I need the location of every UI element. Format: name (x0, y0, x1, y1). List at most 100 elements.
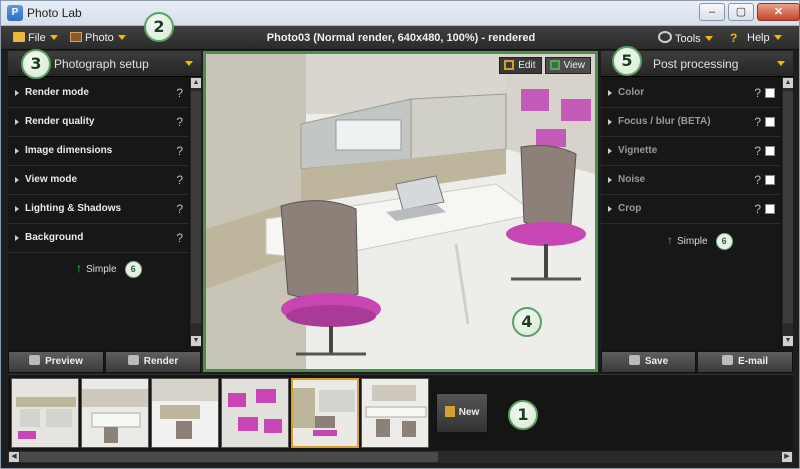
new-photo-button[interactable]: New (436, 393, 488, 433)
section-view-mode[interactable]: View mode? (8, 166, 189, 195)
scroll-thumb[interactable] (783, 91, 793, 323)
callout-2: 2 (144, 12, 174, 42)
section-focus-blur[interactable]: Focus / blur (BETA)? (601, 108, 781, 137)
photo-thumbnail[interactable] (221, 378, 289, 448)
preview-label: Preview (45, 356, 83, 367)
expand-arrow-icon (15, 90, 19, 96)
section-crop[interactable]: Crop? (601, 195, 781, 224)
enable-checkbox[interactable] (765, 175, 775, 185)
photo-thumbnail[interactable] (11, 378, 79, 448)
view-mode-icon (549, 60, 560, 70)
help-question-icon[interactable]: ? (176, 231, 183, 245)
help-question-icon[interactable]: ? (176, 202, 183, 216)
simple-mode-toggle[interactable]: ↑ Simple 6 (667, 233, 733, 250)
setup-buttons: Preview Render (8, 351, 201, 373)
chevron-down-icon (49, 35, 58, 40)
app-window: P Photo Lab – ▢ ✕ File Photo Photo03 (No… (0, 0, 800, 469)
help-question-icon[interactable]: ? (754, 202, 761, 216)
scroll-thumb[interactable] (191, 91, 201, 323)
expand-arrow-icon (608, 206, 612, 212)
section-label: Focus / blur (BETA) (618, 116, 711, 127)
section-lighting-shadows[interactable]: Lighting & Shadows? (8, 195, 189, 224)
help-question-icon[interactable]: ? (754, 115, 761, 129)
menu-bar: File Photo Photo03 (Normal render, 640x4… (1, 26, 799, 50)
enable-checkbox[interactable] (765, 146, 775, 156)
chevron-down-icon (185, 61, 193, 66)
post-sections: Color? Focus / blur (BETA)? Vignette? No… (601, 79, 781, 224)
panel-title: Post processing (653, 57, 739, 71)
email-label: E-mail (737, 356, 768, 367)
expand-arrow-icon (15, 148, 19, 154)
preview-button[interactable]: Preview (8, 351, 104, 373)
enable-checkbox[interactable] (765, 117, 775, 127)
annotation-badge: 6 (715, 233, 733, 250)
help-question-icon[interactable]: ? (176, 144, 183, 158)
section-label: Crop (618, 203, 642, 214)
section-render-mode[interactable]: Render mode? (8, 79, 189, 108)
help-question-icon[interactable]: ? (176, 86, 183, 100)
scroll-up-arrow[interactable]: ▲ (191, 78, 201, 88)
expand-arrow-icon (15, 235, 19, 241)
edit-tab[interactable]: Edit (499, 57, 542, 74)
simple-label: Simple (86, 264, 117, 275)
render-button[interactable]: Render (105, 351, 201, 373)
section-label: Render quality (25, 116, 95, 127)
post-processing-panel: Post processing Color? Focus / blur (BET… (601, 51, 793, 373)
section-color[interactable]: Color? (601, 79, 781, 108)
film-icon (70, 32, 82, 42)
view-tab[interactable]: View (544, 57, 591, 74)
section-vignette[interactable]: Vignette? (601, 137, 781, 166)
photo-thumbnail[interactable] (151, 378, 219, 448)
panel-title: Photograph setup (54, 57, 149, 71)
photo-filmstrip: New (8, 374, 793, 450)
scroll-left-arrow[interactable]: ◀ (9, 452, 19, 462)
file-menu[interactable]: File (13, 31, 58, 47)
section-background[interactable]: Background? (8, 224, 189, 253)
help-menu[interactable]: ? Help (730, 31, 782, 47)
photo-menu[interactable]: Photo (70, 31, 126, 47)
simple-label: Simple (677, 236, 708, 247)
thumbnail-image (82, 379, 148, 447)
filmstrip-scrollbar[interactable]: ◀ ▶ (8, 451, 793, 463)
save-button[interactable]: Save (601, 351, 696, 373)
help-question-icon[interactable]: ? (176, 115, 183, 129)
scroll-down-arrow[interactable]: ▼ (783, 336, 793, 346)
maximize-button[interactable]: ▢ (728, 3, 754, 21)
section-label: Image dimensions (25, 145, 113, 156)
section-image-dimensions[interactable]: Image dimensions? (8, 137, 189, 166)
new-photo-icon (444, 406, 455, 417)
expand-arrow-icon (15, 206, 19, 212)
scroll-thumb[interactable] (20, 452, 438, 462)
setup-scrollbar[interactable]: ▲ ▼ (189, 77, 201, 347)
section-render-quality[interactable]: Render quality? (8, 108, 189, 137)
help-question-icon[interactable]: ? (176, 173, 183, 187)
photograph-setup-panel: Photograph setup Render mode? Render qua… (8, 51, 201, 373)
chevron-down-icon (777, 61, 785, 66)
photo-thumbnail[interactable] (361, 378, 429, 448)
chevron-down-icon (117, 35, 126, 40)
email-button[interactable]: E-mail (697, 351, 793, 373)
callout-4: 4 (512, 307, 542, 337)
scroll-up-arrow[interactable]: ▲ (783, 78, 793, 88)
photo-thumbnail[interactable] (81, 378, 149, 448)
camera-icon (127, 355, 139, 365)
help-icon: ? (730, 31, 738, 45)
post-scrollbar[interactable]: ▲ ▼ (781, 77, 793, 347)
photo-thumbnail-selected[interactable] (291, 378, 359, 448)
minimize-button[interactable]: – (699, 3, 725, 21)
callout-1: 1 (508, 400, 538, 430)
help-question-icon[interactable]: ? (754, 144, 761, 158)
enable-checkbox[interactable] (765, 204, 775, 214)
expand-arrow-icon (608, 90, 612, 96)
help-question-icon[interactable]: ? (754, 86, 761, 100)
section-noise[interactable]: Noise? (601, 166, 781, 195)
close-button[interactable]: ✕ (757, 3, 800, 21)
scroll-right-arrow[interactable]: ▶ (782, 452, 792, 462)
enable-checkbox[interactable] (765, 88, 775, 98)
scroll-down-arrow[interactable]: ▼ (191, 336, 201, 346)
tools-menu[interactable]: Tools (658, 31, 713, 47)
email-icon (721, 355, 733, 365)
setup-sections: Render mode? Render quality? Image dimen… (8, 79, 189, 253)
help-question-icon[interactable]: ? (754, 173, 761, 187)
simple-mode-toggle[interactable]: ↑ Simple 6 (76, 261, 142, 278)
